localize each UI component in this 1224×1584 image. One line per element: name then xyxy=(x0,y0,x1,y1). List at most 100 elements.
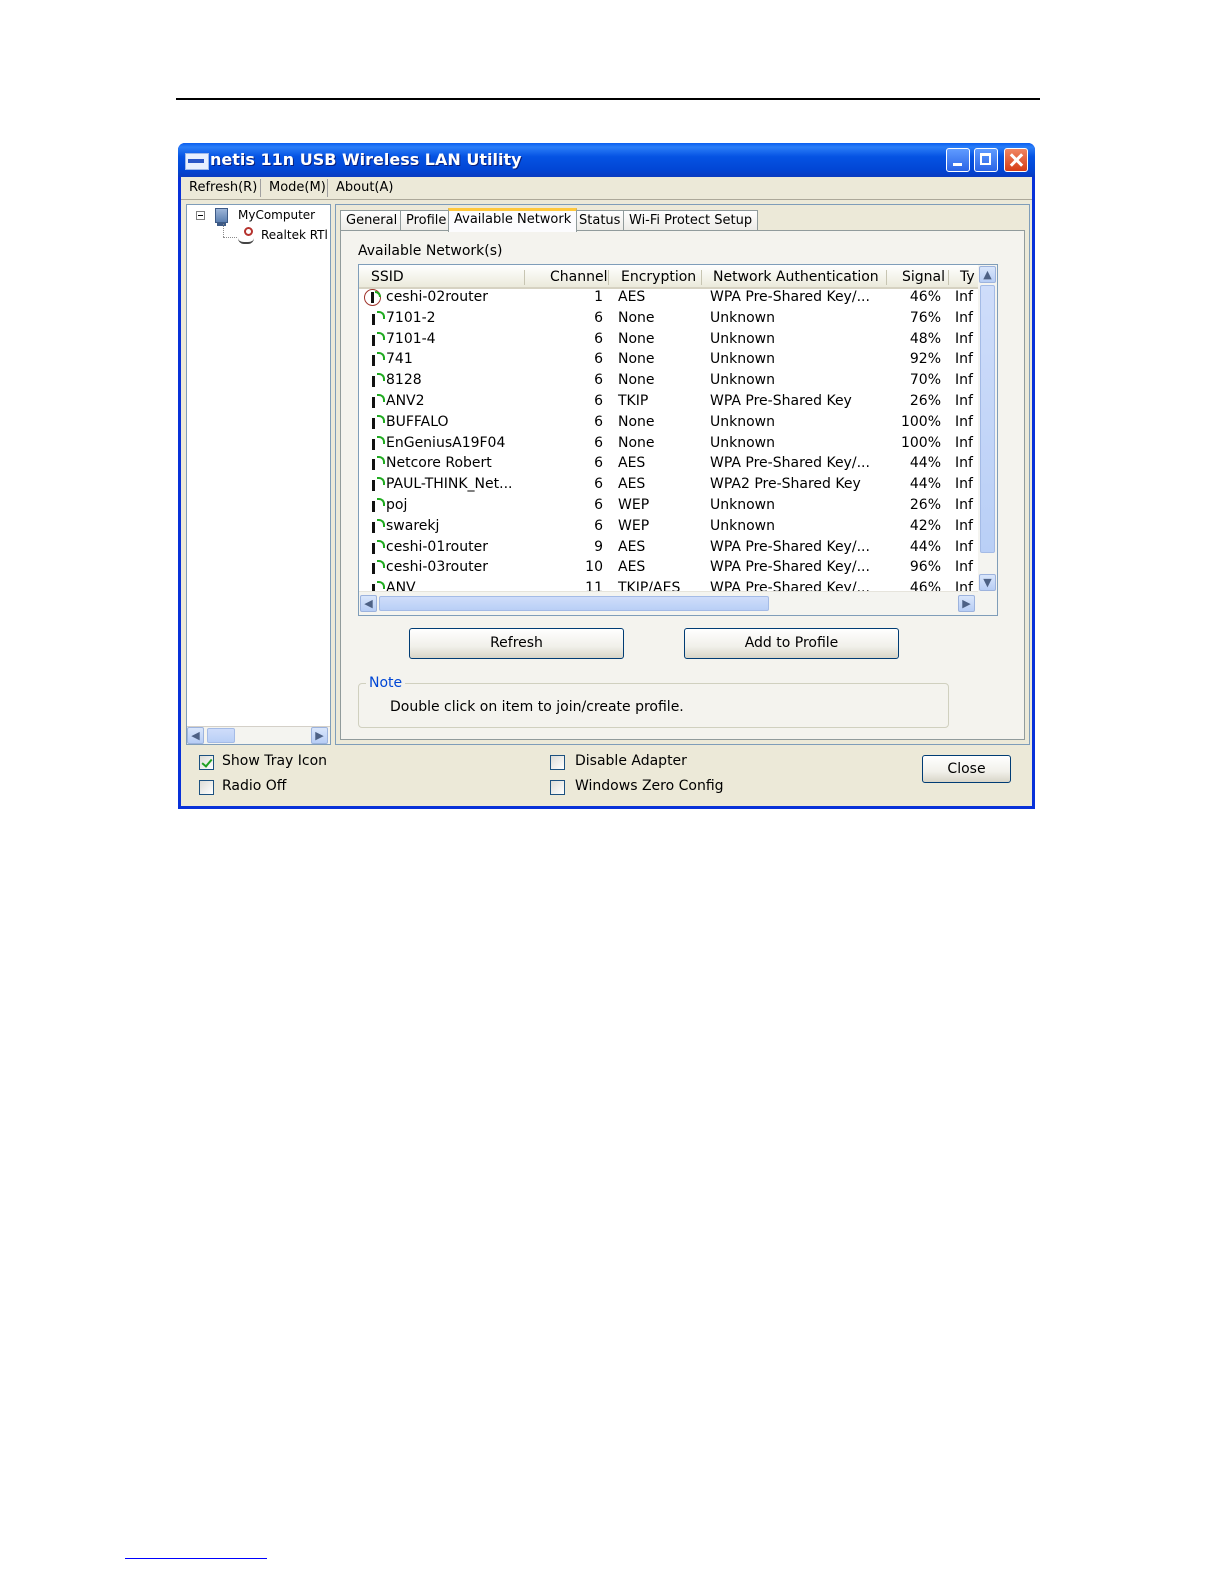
scroll-thumb[interactable] xyxy=(980,285,995,553)
scroll-thumb[interactable] xyxy=(379,596,769,611)
scroll-right-icon[interactable]: ▶ xyxy=(958,595,975,612)
auth-cell: Unknown xyxy=(710,309,775,326)
show-tray-icon-checkbox[interactable] xyxy=(199,755,214,770)
channel-cell: 6 xyxy=(594,309,603,326)
signal-icon xyxy=(369,331,385,348)
auth-cell: Unknown xyxy=(710,330,775,347)
type-cell: Inf xyxy=(955,330,973,347)
scroll-left-icon[interactable]: ◀ xyxy=(187,727,204,744)
auth-cell: Unknown xyxy=(710,517,775,534)
ssid-cell: poj xyxy=(386,497,408,513)
table-row[interactable]: 8128 6 None Unknown 70% Inf xyxy=(359,371,978,392)
tree-connector xyxy=(223,237,237,238)
tab-general[interactable]: General xyxy=(340,210,404,231)
list-vertical-scrollbar[interactable]: ▲ ▼ xyxy=(978,265,997,592)
add-to-profile-button[interactable]: Add to Profile xyxy=(684,628,899,659)
table-row[interactable]: 7101-4 6 None Unknown 48% Inf xyxy=(359,330,978,351)
encryption-cell: TKIP xyxy=(618,393,649,409)
windows-zero-config-checkbox[interactable] xyxy=(550,780,565,795)
scroll-down-icon[interactable]: ▼ xyxy=(979,574,996,591)
table-row[interactable]: PAUL-THINK_Net... 6 AES WPA2 Pre-Shared Key… xyxy=(359,475,978,496)
table-row[interactable]: ceshi-03router 10 AES WPA Pre-Shared Key/..… xyxy=(359,558,978,579)
signal-cell: 48% xyxy=(909,330,941,347)
encryption-cell: AES xyxy=(618,559,646,576)
encryption-cell: WEP xyxy=(618,517,650,534)
scroll-right-icon[interactable]: ▶ xyxy=(311,727,328,744)
scroll-left-icon[interactable]: ◀ xyxy=(360,595,377,612)
table-row[interactable]: BUFFALO 6 None Unknown 100% Inf xyxy=(359,413,978,434)
tree-root-label[interactable]: MyComputer xyxy=(238,208,315,222)
title-bar[interactable]: netis 11n USB Wireless LAN Utility xyxy=(178,143,1035,177)
tree-adapter-label[interactable]: Realtek RTl xyxy=(261,228,328,242)
column-separator xyxy=(608,270,609,285)
close-button[interactable]: Close xyxy=(922,755,1011,783)
signal-cell: 100% xyxy=(900,434,941,451)
auth-cell: WPA2 Pre-Shared Key xyxy=(710,476,861,493)
network-list[interactable]: SSID Channel Encryption Network Authenti… xyxy=(358,264,998,616)
scroll-corner xyxy=(978,592,997,615)
tab-profile[interactable]: Profile xyxy=(400,210,453,231)
table-row[interactable]: 741 6 None Unknown 92% Inf xyxy=(359,350,978,371)
menu-about[interactable]: About(A) xyxy=(336,180,393,195)
table-row[interactable]: poj 6 WEP Unknown 26% Inf xyxy=(359,496,978,517)
type-cell: Inf xyxy=(955,393,973,409)
tab-status[interactable]: Status xyxy=(573,210,627,231)
table-row[interactable]: ceshi-02router 1 AES WPA Pre-Shared Key/...… xyxy=(359,289,978,309)
scroll-up-icon[interactable]: ▲ xyxy=(979,266,996,283)
col-signal[interactable]: Signal xyxy=(902,269,945,285)
channel-cell: 6 xyxy=(594,351,603,368)
col-encryption[interactable]: Encryption xyxy=(621,269,696,285)
channel-cell: 10 xyxy=(585,559,603,576)
tab-wps[interactable]: Wi-Fi Protect Setup xyxy=(623,210,759,231)
tab-available-network[interactable]: Available Network xyxy=(448,208,578,232)
menu-refresh[interactable]: Refresh(R) xyxy=(189,180,257,195)
table-row[interactable]: swarekj 6 WEP Unknown 42% Inf xyxy=(359,517,978,538)
table-row[interactable]: 7101-2 6 None Unknown 76% Inf xyxy=(359,309,978,330)
menu-mode[interactable]: Mode(M) xyxy=(269,180,326,195)
collapse-toggle-icon[interactable] xyxy=(196,211,205,220)
channel-cell: 1 xyxy=(594,289,603,305)
menu-bar: Refresh(R) Mode(M) About(A) xyxy=(181,177,1032,200)
note-box: Note Double click on item to join/create… xyxy=(358,675,949,728)
list-horizontal-scrollbar[interactable]: ◀ ▶ xyxy=(359,591,978,615)
col-auth[interactable]: Network Authentication xyxy=(713,269,879,285)
tree-horizontal-scrollbar[interactable]: ◀ ▶ xyxy=(187,726,330,744)
type-cell: Inf xyxy=(955,476,973,493)
encryption-cell: None xyxy=(618,330,655,347)
type-cell: Inf xyxy=(955,559,973,576)
windows-zero-config-label[interactable]: Windows Zero Config xyxy=(575,778,724,794)
minimize-button[interactable] xyxy=(946,148,970,172)
table-row[interactable]: ANV2 6 TKIP WPA Pre-Shared Key 26% Inf xyxy=(359,392,978,413)
signal-cell: 76% xyxy=(909,309,941,326)
table-row[interactable]: Netcore Robert 6 AES WPA Pre-Shared Key/...… xyxy=(359,454,978,475)
show-tray-icon-label[interactable]: Show Tray Icon xyxy=(222,753,327,769)
close-window-button[interactable] xyxy=(1004,148,1028,172)
ssid-cell: PAUL-THINK_Net... xyxy=(386,476,513,493)
menu-separator xyxy=(327,179,328,197)
table-row[interactable]: ceshi-01router 9 AES WPA Pre-Shared Key/...… xyxy=(359,538,978,559)
scroll-thumb[interactable] xyxy=(207,728,235,743)
ssid-cell: 8128 xyxy=(386,372,422,389)
radio-off-checkbox[interactable] xyxy=(199,780,214,795)
maximize-button[interactable] xyxy=(974,148,998,172)
adapter-tree[interactable]: MyComputer Realtek RTl ◀ ▶ xyxy=(186,204,331,745)
disable-adapter-label[interactable]: Disable Adapter xyxy=(575,753,687,769)
col-ssid[interactable]: SSID xyxy=(371,269,404,285)
client-area: Refresh(R) Mode(M) About(A) MyComputer R… xyxy=(181,177,1032,806)
auth-cell: WPA Pre-Shared Key/... xyxy=(710,538,870,555)
refresh-button[interactable]: Refresh xyxy=(409,628,624,659)
auth-cell: Unknown xyxy=(710,413,775,430)
col-channel[interactable]: Channel xyxy=(550,269,607,285)
table-row[interactable]: EnGeniusA19F04 6 None Unknown 100% Inf xyxy=(359,434,978,455)
ssid-cell: BUFFALO xyxy=(386,413,449,430)
type-cell: Inf xyxy=(955,289,973,305)
section-label: Available Network(s) xyxy=(358,243,503,259)
ssid-cell: 7101-4 xyxy=(386,330,436,347)
app-window: netis 11n USB Wireless LAN Utility Refre… xyxy=(178,143,1035,809)
type-cell: Inf xyxy=(955,455,973,472)
channel-cell: 6 xyxy=(594,393,603,409)
disable-adapter-checkbox[interactable] xyxy=(550,755,565,770)
signal-icon xyxy=(369,394,385,410)
col-type[interactable]: Ty xyxy=(960,269,975,285)
radio-off-label[interactable]: Radio Off xyxy=(222,778,286,794)
